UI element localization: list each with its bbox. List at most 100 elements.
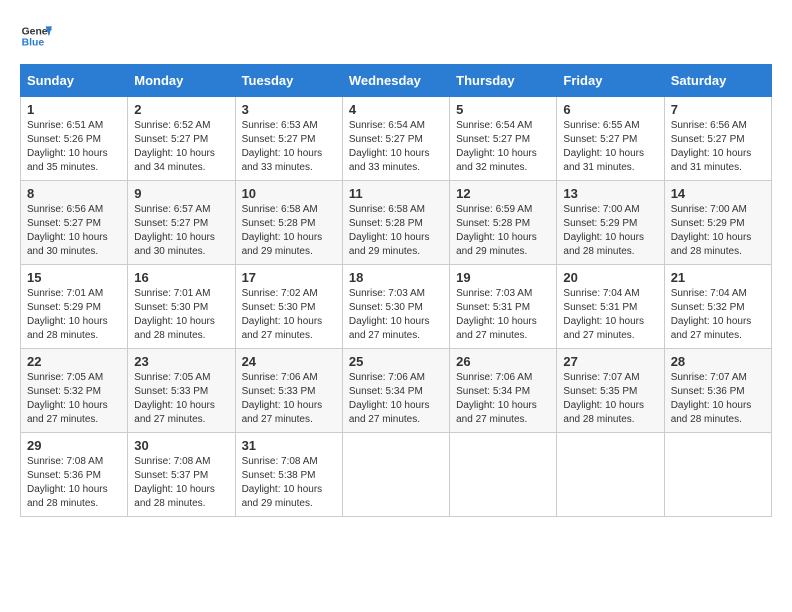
day-cell-8: 8 Sunrise: 6:56 AMSunset: 5:27 PMDaylight…	[21, 181, 128, 265]
day-number: 27	[563, 354, 657, 369]
day-info: Sunrise: 7:08 AMSunset: 5:36 PMDaylight:…	[27, 455, 121, 511]
day-cell-11: 11Sunrise: 6:58 AMSunset: 5:28 PMDayligh…	[342, 181, 449, 265]
day-number: 8	[27, 186, 121, 201]
day-number: 3	[242, 102, 336, 117]
day-number: 13	[563, 186, 657, 201]
calendar-week-1: 1 Sunrise: 6:51 AMSunset: 5:26 PMDaylight…	[21, 97, 772, 181]
day-number: 4	[349, 102, 443, 117]
day-cell-25: 25 Sunrise: 7:06 AMSunset: 5:34 PMDayligh…	[342, 349, 449, 433]
day-info: Sunrise: 6:51 AMSunset: 5:26 PMDaylight:…	[27, 119, 121, 175]
day-cell-14: 14Sunrise: 7:00 AMSunset: 5:29 PMDayligh…	[664, 181, 771, 265]
day-cell-26: 26 Sunrise: 7:06 AMSunset: 5:34 PMDayligh…	[450, 349, 557, 433]
day-number: 18	[349, 270, 443, 285]
day-cell-1: 1 Sunrise: 6:51 AMSunset: 5:26 PMDaylight…	[21, 97, 128, 181]
day-number: 29	[27, 438, 121, 453]
day-info: Sunrise: 7:07 AMSunset: 5:36 PMDaylight:…	[671, 371, 765, 427]
day-cell-7: 7 Sunrise: 6:56 AMSunset: 5:27 PMDaylight…	[664, 97, 771, 181]
day-info: Sunrise: 7:01 AMSunset: 5:29 PMDaylight:…	[27, 287, 121, 343]
empty-cell	[450, 433, 557, 517]
day-number: 2	[134, 102, 228, 117]
svg-text:Blue: Blue	[22, 38, 45, 49]
day-info: Sunrise: 7:03 AMSunset: 5:30 PMDaylight:…	[349, 287, 443, 343]
day-cell-13: 13 Sunrise: 7:00 AMSunset: 5:29 PMDayligh…	[557, 181, 664, 265]
day-number: 23	[134, 354, 228, 369]
day-header-saturday: Saturday	[664, 65, 771, 97]
day-number: 24	[242, 354, 336, 369]
day-number: 31	[242, 438, 336, 453]
day-cell-31: 31 Sunrise: 7:08 AMSunset: 5:38 PMDayligh…	[235, 433, 342, 517]
day-cell-29: 29 Sunrise: 7:08 AMSunset: 5:36 PMDayligh…	[21, 433, 128, 517]
day-cell-22: 22Sunrise: 7:05 AMSunset: 5:32 PMDayligh…	[21, 349, 128, 433]
day-info: Sunrise: 7:02 AMSunset: 5:30 PMDaylight:…	[242, 287, 336, 343]
day-info: Sunrise: 7:03 AMSunset: 5:31 PMDaylight:…	[456, 287, 550, 343]
day-number: 25	[349, 354, 443, 369]
day-cell-28: 28 Sunrise: 7:07 AMSunset: 5:36 PMDayligh…	[664, 349, 771, 433]
day-info: Sunrise: 6:59 AMSunset: 5:28 PMDaylight:…	[456, 203, 550, 259]
day-header-tuesday: Tuesday	[235, 65, 342, 97]
day-number: 12	[456, 186, 550, 201]
day-cell-4: 4 Sunrise: 6:54 AMSunset: 5:27 PMDaylight…	[342, 97, 449, 181]
logo: General Blue	[20, 20, 52, 52]
day-info: Sunrise: 6:55 AMSunset: 5:27 PMDaylight:…	[563, 119, 657, 175]
day-info: Sunrise: 6:58 AMSunset: 5:28 PMDaylight:…	[242, 203, 336, 259]
day-cell-12: 12 Sunrise: 6:59 AMSunset: 5:28 PMDayligh…	[450, 181, 557, 265]
day-cell-3: 3 Sunrise: 6:53 AMSunset: 5:27 PMDaylight…	[235, 97, 342, 181]
day-number: 20	[563, 270, 657, 285]
day-info: Sunrise: 6:54 AMSunset: 5:27 PMDaylight:…	[349, 119, 443, 175]
calendar-week-4: 22Sunrise: 7:05 AMSunset: 5:32 PMDayligh…	[21, 349, 772, 433]
day-number: 28	[671, 354, 765, 369]
day-number: 11	[349, 186, 443, 201]
day-cell-21: 21 Sunrise: 7:04 AMSunset: 5:32 PMDayligh…	[664, 265, 771, 349]
empty-cell	[557, 433, 664, 517]
day-info: Sunrise: 7:00 AMSunset: 5:29 PMDaylight:…	[563, 203, 657, 259]
day-cell-30: 30 Sunrise: 7:08 AMSunset: 5:37 PMDayligh…	[128, 433, 235, 517]
day-info: Sunrise: 6:54 AMSunset: 5:27 PMDaylight:…	[456, 119, 550, 175]
day-cell-19: 19 Sunrise: 7:03 AMSunset: 5:31 PMDayligh…	[450, 265, 557, 349]
day-number: 15	[27, 270, 121, 285]
day-info: Sunrise: 7:06 AMSunset: 5:34 PMDaylight:…	[456, 371, 550, 427]
page-header: General Blue	[20, 20, 772, 52]
calendar-table: SundayMondayTuesdayWednesdayThursdayFrid…	[20, 64, 772, 517]
day-cell-18: 18 Sunrise: 7:03 AMSunset: 5:30 PMDayligh…	[342, 265, 449, 349]
day-number: 5	[456, 102, 550, 117]
day-cell-24: 24Sunrise: 7:06 AMSunset: 5:33 PMDayligh…	[235, 349, 342, 433]
day-header-thursday: Thursday	[450, 65, 557, 97]
day-info: Sunrise: 7:01 AMSunset: 5:30 PMDaylight:…	[134, 287, 228, 343]
day-cell-10: 10 Sunrise: 6:58 AMSunset: 5:28 PMDayligh…	[235, 181, 342, 265]
day-info: Sunrise: 6:57 AMSunset: 5:27 PMDaylight:…	[134, 203, 228, 259]
day-number: 21	[671, 270, 765, 285]
day-cell-27: 27 Sunrise: 7:07 AMSunset: 5:35 PMDayligh…	[557, 349, 664, 433]
day-number: 19	[456, 270, 550, 285]
day-cell-16: 16 Sunrise: 7:01 AMSunset: 5:30 PMDayligh…	[128, 265, 235, 349]
day-info: Sunrise: 7:07 AMSunset: 5:35 PMDaylight:…	[563, 371, 657, 427]
day-number: 10	[242, 186, 336, 201]
day-number: 6	[563, 102, 657, 117]
day-number: 1	[27, 102, 121, 117]
day-header-wednesday: Wednesday	[342, 65, 449, 97]
day-info: Sunrise: 6:52 AMSunset: 5:27 PMDaylight:…	[134, 119, 228, 175]
calendar-week-3: 15 Sunrise: 7:01 AMSunset: 5:29 PMDayligh…	[21, 265, 772, 349]
day-number: 30	[134, 438, 228, 453]
day-info: Sunrise: 7:05 AMSunset: 5:33 PMDaylight:…	[134, 371, 228, 427]
day-info: Sunrise: 6:56 AMSunset: 5:27 PMDaylight:…	[671, 119, 765, 175]
day-info: Sunrise: 7:04 AMSunset: 5:32 PMDaylight:…	[671, 287, 765, 343]
day-header-monday: Monday	[128, 65, 235, 97]
day-header-sunday: Sunday	[21, 65, 128, 97]
logo-icon: General Blue	[20, 20, 52, 52]
day-info: Sunrise: 7:08 AMSunset: 5:37 PMDaylight:…	[134, 455, 228, 511]
day-info: Sunrise: 7:06 AMSunset: 5:34 PMDaylight:…	[349, 371, 443, 427]
day-header-friday: Friday	[557, 65, 664, 97]
day-info: Sunrise: 6:56 AMSunset: 5:27 PMDaylight:…	[27, 203, 121, 259]
day-info: Sunrise: 7:08 AMSunset: 5:38 PMDaylight:…	[242, 455, 336, 511]
empty-cell	[664, 433, 771, 517]
day-cell-17: 17 Sunrise: 7:02 AMSunset: 5:30 PMDayligh…	[235, 265, 342, 349]
empty-cell	[342, 433, 449, 517]
header-row: SundayMondayTuesdayWednesdayThursdayFrid…	[21, 65, 772, 97]
day-number: 16	[134, 270, 228, 285]
day-number: 26	[456, 354, 550, 369]
day-info: Sunrise: 6:53 AMSunset: 5:27 PMDaylight:…	[242, 119, 336, 175]
day-number: 14	[671, 186, 765, 201]
day-number: 17	[242, 270, 336, 285]
calendar-week-2: 8 Sunrise: 6:56 AMSunset: 5:27 PMDaylight…	[21, 181, 772, 265]
day-number: 7	[671, 102, 765, 117]
